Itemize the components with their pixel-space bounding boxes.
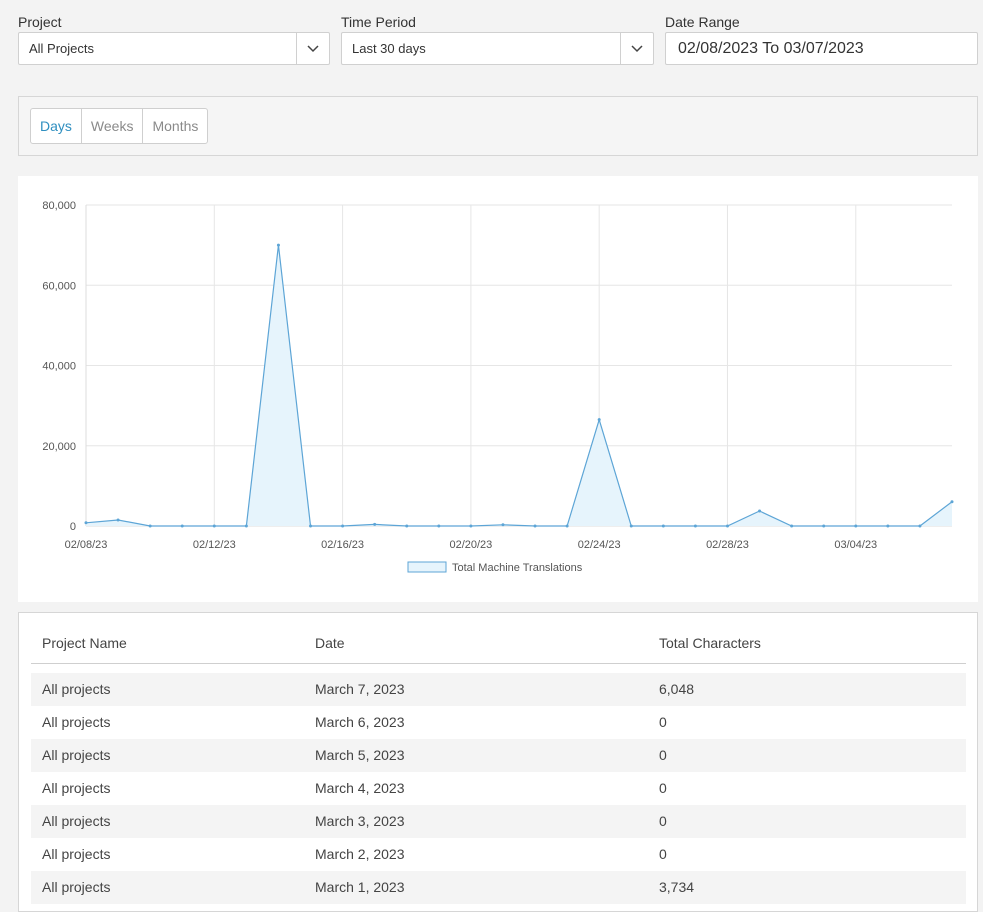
y-tick-label: 60,000 [42,280,76,292]
data-point [886,524,890,528]
x-tick-label: 02/16/23 [321,539,364,551]
series-area [86,245,952,526]
data-point [854,524,858,528]
data-point [565,524,569,528]
table-row: All projects March 1, 2023 3,734 [31,871,966,904]
table-row: All projects March 6, 2023 0 [31,706,966,739]
y-tick-label: 0 [70,521,76,533]
project-select[interactable]: All Projects [18,32,330,65]
time-period-filter: Time Period Last 30 days [341,12,654,65]
cell-date: March 3, 2023 [315,813,405,829]
cell-total-characters: 0 [659,714,667,730]
y-tick-label: 20,000 [42,441,76,453]
data-point [533,524,537,528]
cell-project-name: All projects [42,813,111,829]
cell-date: March 2, 2023 [315,846,405,862]
cell-total-characters: 0 [659,780,667,796]
y-tick-label: 80,000 [42,200,76,212]
days-button[interactable]: Days [31,109,82,143]
data-point [148,524,152,528]
data-point [116,518,120,522]
date-range-input[interactable]: 02/08/2023 To 03/07/2023 [665,32,978,65]
data-point [661,524,665,528]
cell-project-name: All projects [42,846,111,862]
chart-panel: 0 20,000 40,000 60,000 80,000 02/08/23 02/12/2… [18,176,978,602]
cell-total-characters: 0 [659,747,667,763]
project-filter: Project All Projects [18,12,330,65]
data-point [693,524,697,528]
cell-total-characters: 0 [659,846,667,862]
data-point [597,418,601,422]
date-range-label: Date Range [665,14,740,30]
machine-translations-chart: 0 20,000 40,000 60,000 80,000 02/08/23 02/12/2… [42,200,954,574]
header-date[interactable]: Date [315,613,345,673]
cell-project-name: All projects [42,747,111,763]
x-tick-label: 03/04/23 [834,539,877,551]
cell-project-name: All projects [42,681,111,697]
cell-total-characters: 3,734 [659,879,695,895]
date-range-filter: Date Range 02/08/2023 To 03/07/2023 [665,12,978,65]
table-body: All projects March 7, 2023 6,048 All pro… [31,673,966,904]
results-table: Project Name Date Total Characters All p… [18,612,978,912]
cell-project-name: All projects [42,780,111,796]
grouping-button-group: Days Weeks Months [30,108,209,144]
data-point [758,509,762,513]
data-point [950,500,954,504]
data-point [918,524,922,528]
legend-swatch [407,561,447,573]
x-tick-label: 02/24/23 [578,539,621,551]
legend-label: Total Machine Translations [452,562,583,574]
data-point [244,524,248,528]
table-row: All projects March 7, 2023 6,048 [31,673,966,706]
cell-date: March 6, 2023 [315,714,405,730]
data-point [309,524,313,528]
x-tick-label: 02/20/23 [449,539,492,551]
data-point [373,522,377,526]
months-button[interactable]: Months [143,109,207,143]
data-point [790,524,794,528]
cell-date: March 1, 2023 [315,879,405,895]
project-select-value: All Projects [29,41,95,56]
data-point [341,524,345,528]
data-point [629,524,633,528]
time-period-select[interactable]: Last 30 days [341,32,654,65]
cell-project-name: All projects [42,879,111,895]
cell-date: March 5, 2023 [315,747,405,763]
y-tick-label: 40,000 [42,361,76,373]
grouping-panel: Days Weeks Months [18,96,978,156]
data-point [84,521,88,525]
data-point [180,524,184,528]
series-line [85,245,953,527]
x-tick-label: 02/08/23 [65,539,108,551]
table-row: All projects March 2, 2023 0 [31,838,966,871]
table-row: All projects March 3, 2023 0 [31,805,966,838]
data-point [437,524,441,528]
data-point [276,243,280,247]
x-tick-label: 02/12/23 [193,539,236,551]
data-point [469,524,473,528]
data-point [822,524,826,528]
filter-bar: Project All Projects Time Period Last 30… [18,12,978,68]
data-point [501,523,505,527]
data-point [405,524,409,528]
cell-date: March 4, 2023 [315,780,405,796]
table-row: All projects March 5, 2023 0 [31,739,966,772]
data-point [725,524,729,528]
header-total-characters[interactable]: Total Characters [659,613,761,673]
cell-project-name: All projects [42,714,111,730]
chevron-down-icon[interactable] [296,33,329,64]
data-point [212,524,216,528]
project-label: Project [18,14,62,30]
cell-total-characters: 0 [659,813,667,829]
header-project-name[interactable]: Project Name [42,613,127,673]
cell-date: March 7, 2023 [315,681,405,697]
x-tick-label: 02/28/23 [706,539,749,551]
weeks-button[interactable]: Weeks [82,109,144,143]
time-period-select-value: Last 30 days [352,41,426,56]
cell-total-characters: 6,048 [659,681,695,697]
time-period-label: Time Period [341,14,416,30]
table-header: Project Name Date Total Characters [31,613,966,664]
table-row: All projects March 4, 2023 0 [31,772,966,805]
chevron-down-icon[interactable] [620,33,653,64]
